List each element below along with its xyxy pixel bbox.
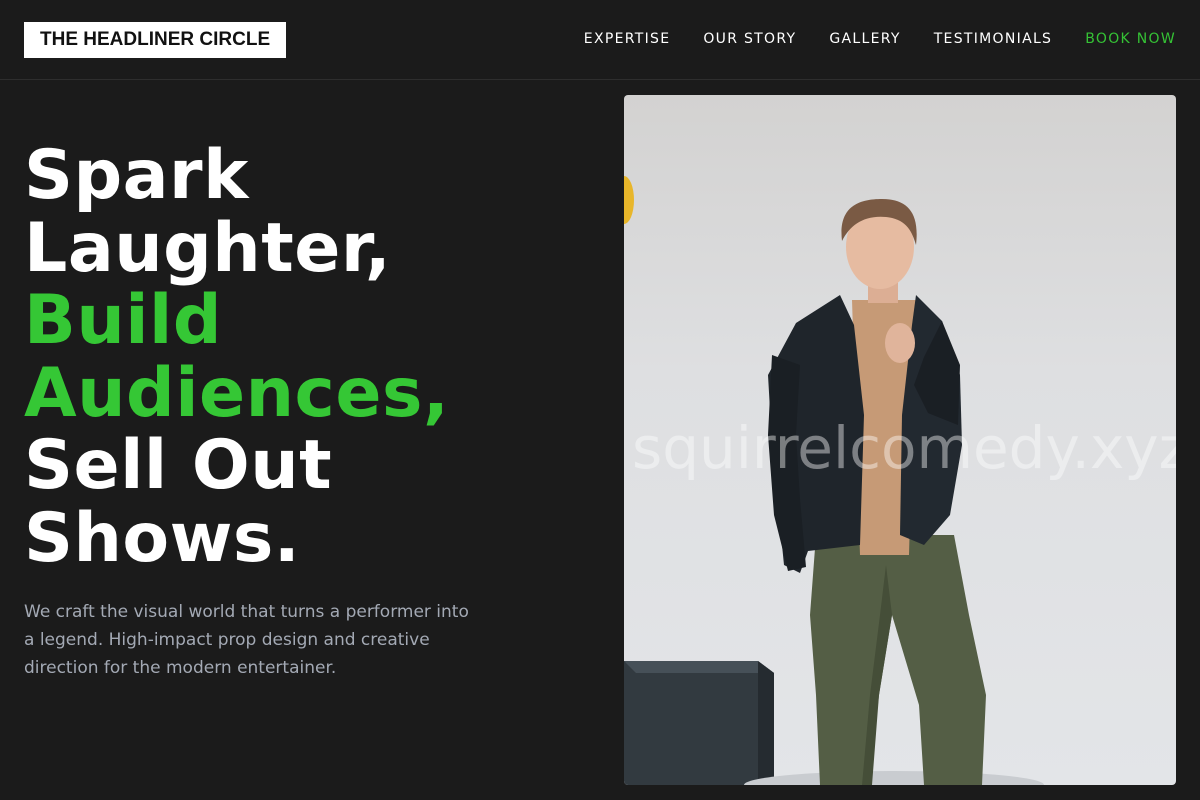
hero-headline-accent-line: Audiences,	[24, 353, 450, 433]
main-nav: EXPERTISE OUR STORY GALLERY TESTIMONIALS…	[584, 30, 1176, 48]
hero-description: We craft the visual world that turns a p…	[24, 602, 469, 678]
book-now-button[interactable]: BOOK NOW	[1085, 30, 1176, 48]
hero-headline-accent-line: Build	[24, 281, 223, 360]
hero-photo: squirrelcomedy.xyz	[624, 95, 1176, 785]
model-photo-illustration	[624, 176, 1044, 785]
nav-link-our-story[interactable]: OUR STORY	[703, 30, 796, 48]
hero-headline: Spark Laughter, Build Audiences, Sell Ou…	[24, 136, 584, 578]
nav-link-testimonials[interactable]: TESTIMONIALS	[934, 30, 1053, 48]
hero-headline-line: Shows.	[24, 498, 301, 578]
site-logo[interactable]: THE HEADLINER CIRCLE	[24, 22, 287, 58]
hero-headline-line: Sell Out	[24, 426, 333, 505]
hero-headline-line: Laughter,	[24, 208, 392, 288]
site-header: THE HEADLINER CIRCLE EXPERTISE OUR STORY…	[0, 0, 1200, 80]
nav-link-expertise[interactable]: EXPERTISE	[584, 30, 671, 48]
nav-link-gallery[interactable]: GALLERY	[829, 30, 900, 48]
hero-headline-line: Spark	[24, 136, 249, 215]
